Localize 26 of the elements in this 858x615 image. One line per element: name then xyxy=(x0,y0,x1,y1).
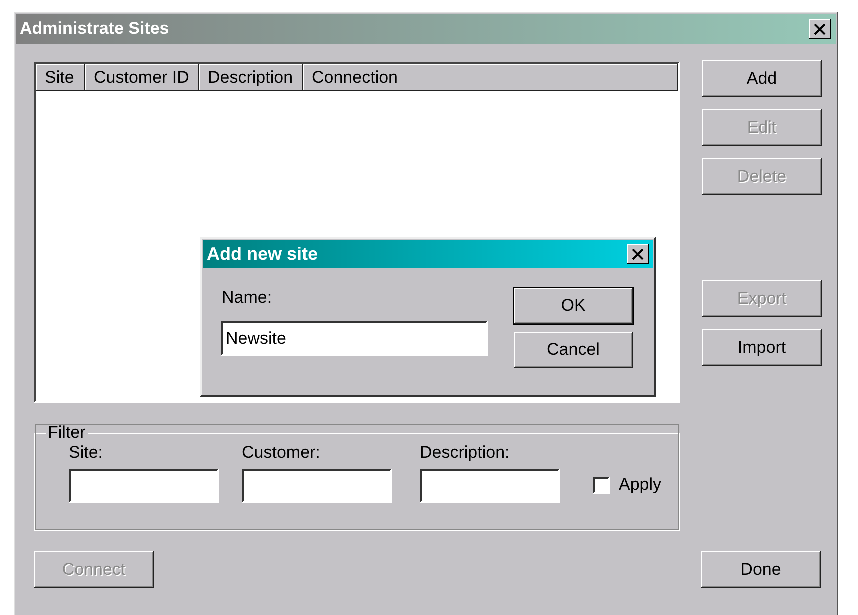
close-icon xyxy=(814,24,826,34)
action-button[interactable]: Done xyxy=(701,551,821,588)
field-label: Description: xyxy=(420,443,511,463)
close-icon xyxy=(632,248,644,260)
column-header[interactable]: Customer ID xyxy=(85,64,199,91)
close-button[interactable] xyxy=(809,19,831,39)
action-button[interactable]: Import xyxy=(702,329,822,366)
field-label: Site: xyxy=(69,443,104,463)
column-header[interactable]: Connection xyxy=(303,64,678,91)
group-title: Filter xyxy=(47,423,87,443)
action-button[interactable]: Add xyxy=(702,60,822,97)
field-label: Name: xyxy=(222,288,274,308)
name-field[interactable]: Newsite xyxy=(221,321,488,356)
window-title: Administrate Sites xyxy=(20,19,170,39)
dialog-title: Add new site xyxy=(207,244,318,264)
checkbox-label: Apply xyxy=(619,475,662,495)
dialog-button[interactable]: OK xyxy=(514,288,633,324)
input-field[interactable] xyxy=(242,469,392,503)
input-field[interactable] xyxy=(420,469,560,503)
dialog-button[interactable]: Cancel xyxy=(514,332,633,368)
checkbox[interactable] xyxy=(593,476,610,494)
column-header[interactable]: Site xyxy=(36,64,85,91)
close-button[interactable] xyxy=(627,244,649,264)
column-header[interactable]: Description xyxy=(199,64,303,91)
field-label: Customer: xyxy=(242,443,322,463)
input-field[interactable] xyxy=(69,469,219,503)
